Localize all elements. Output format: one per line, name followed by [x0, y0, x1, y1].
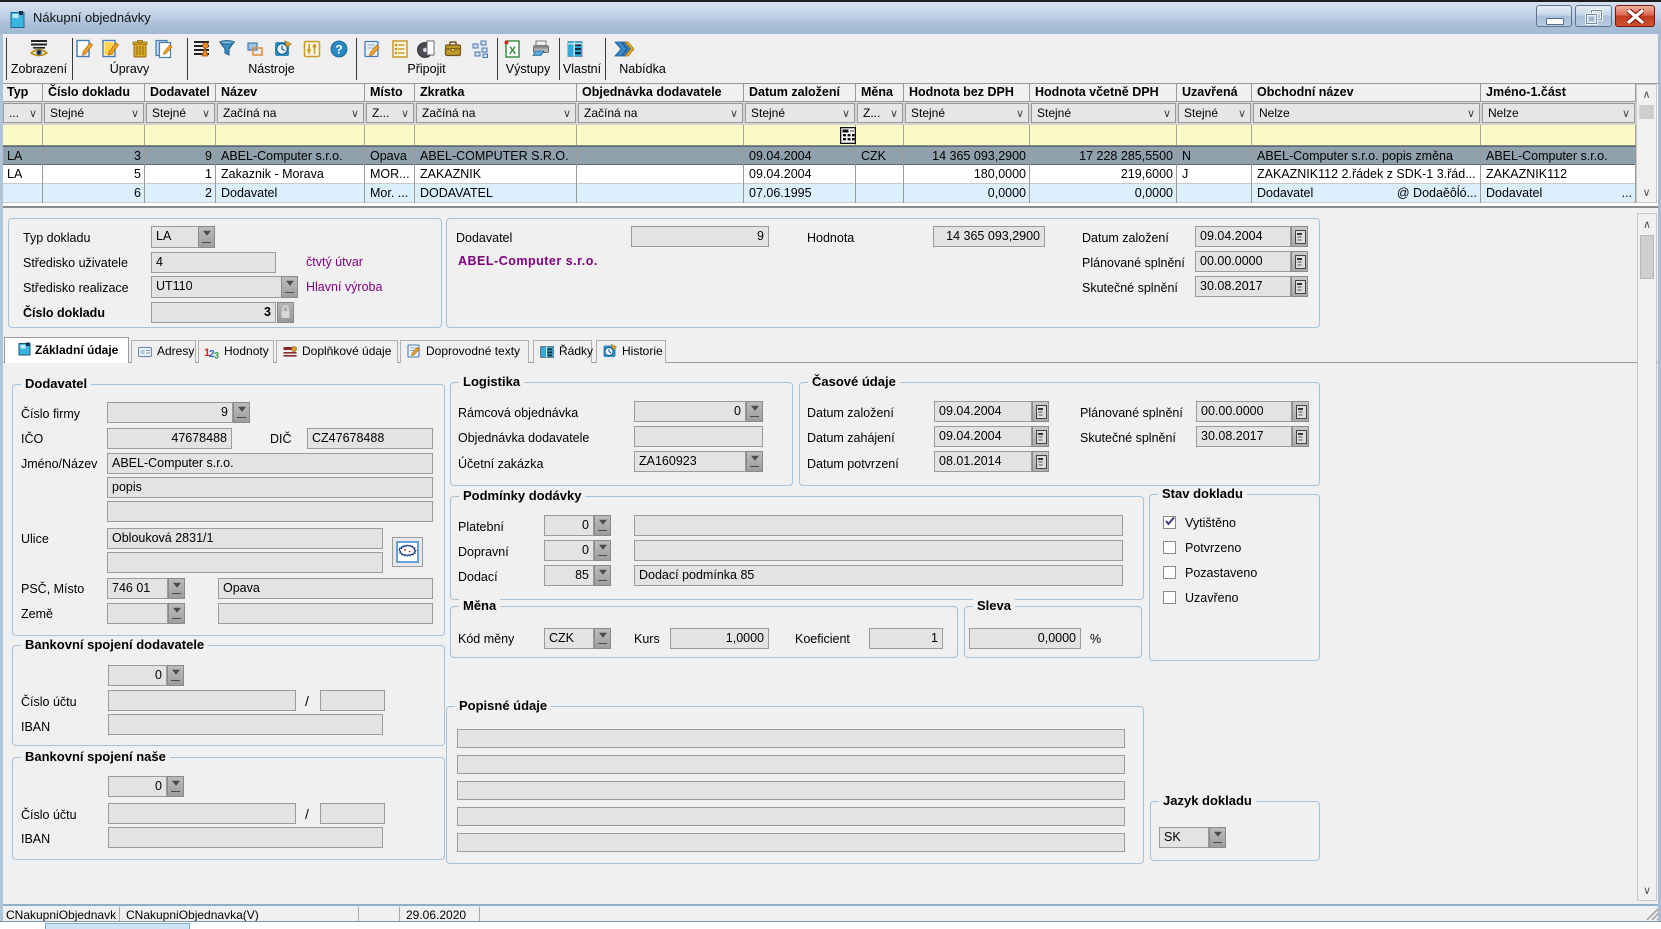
svg-text:?: ? — [335, 43, 342, 57]
svg-text:3: 3 — [214, 351, 219, 360]
svg-text:X: X — [509, 45, 517, 57]
